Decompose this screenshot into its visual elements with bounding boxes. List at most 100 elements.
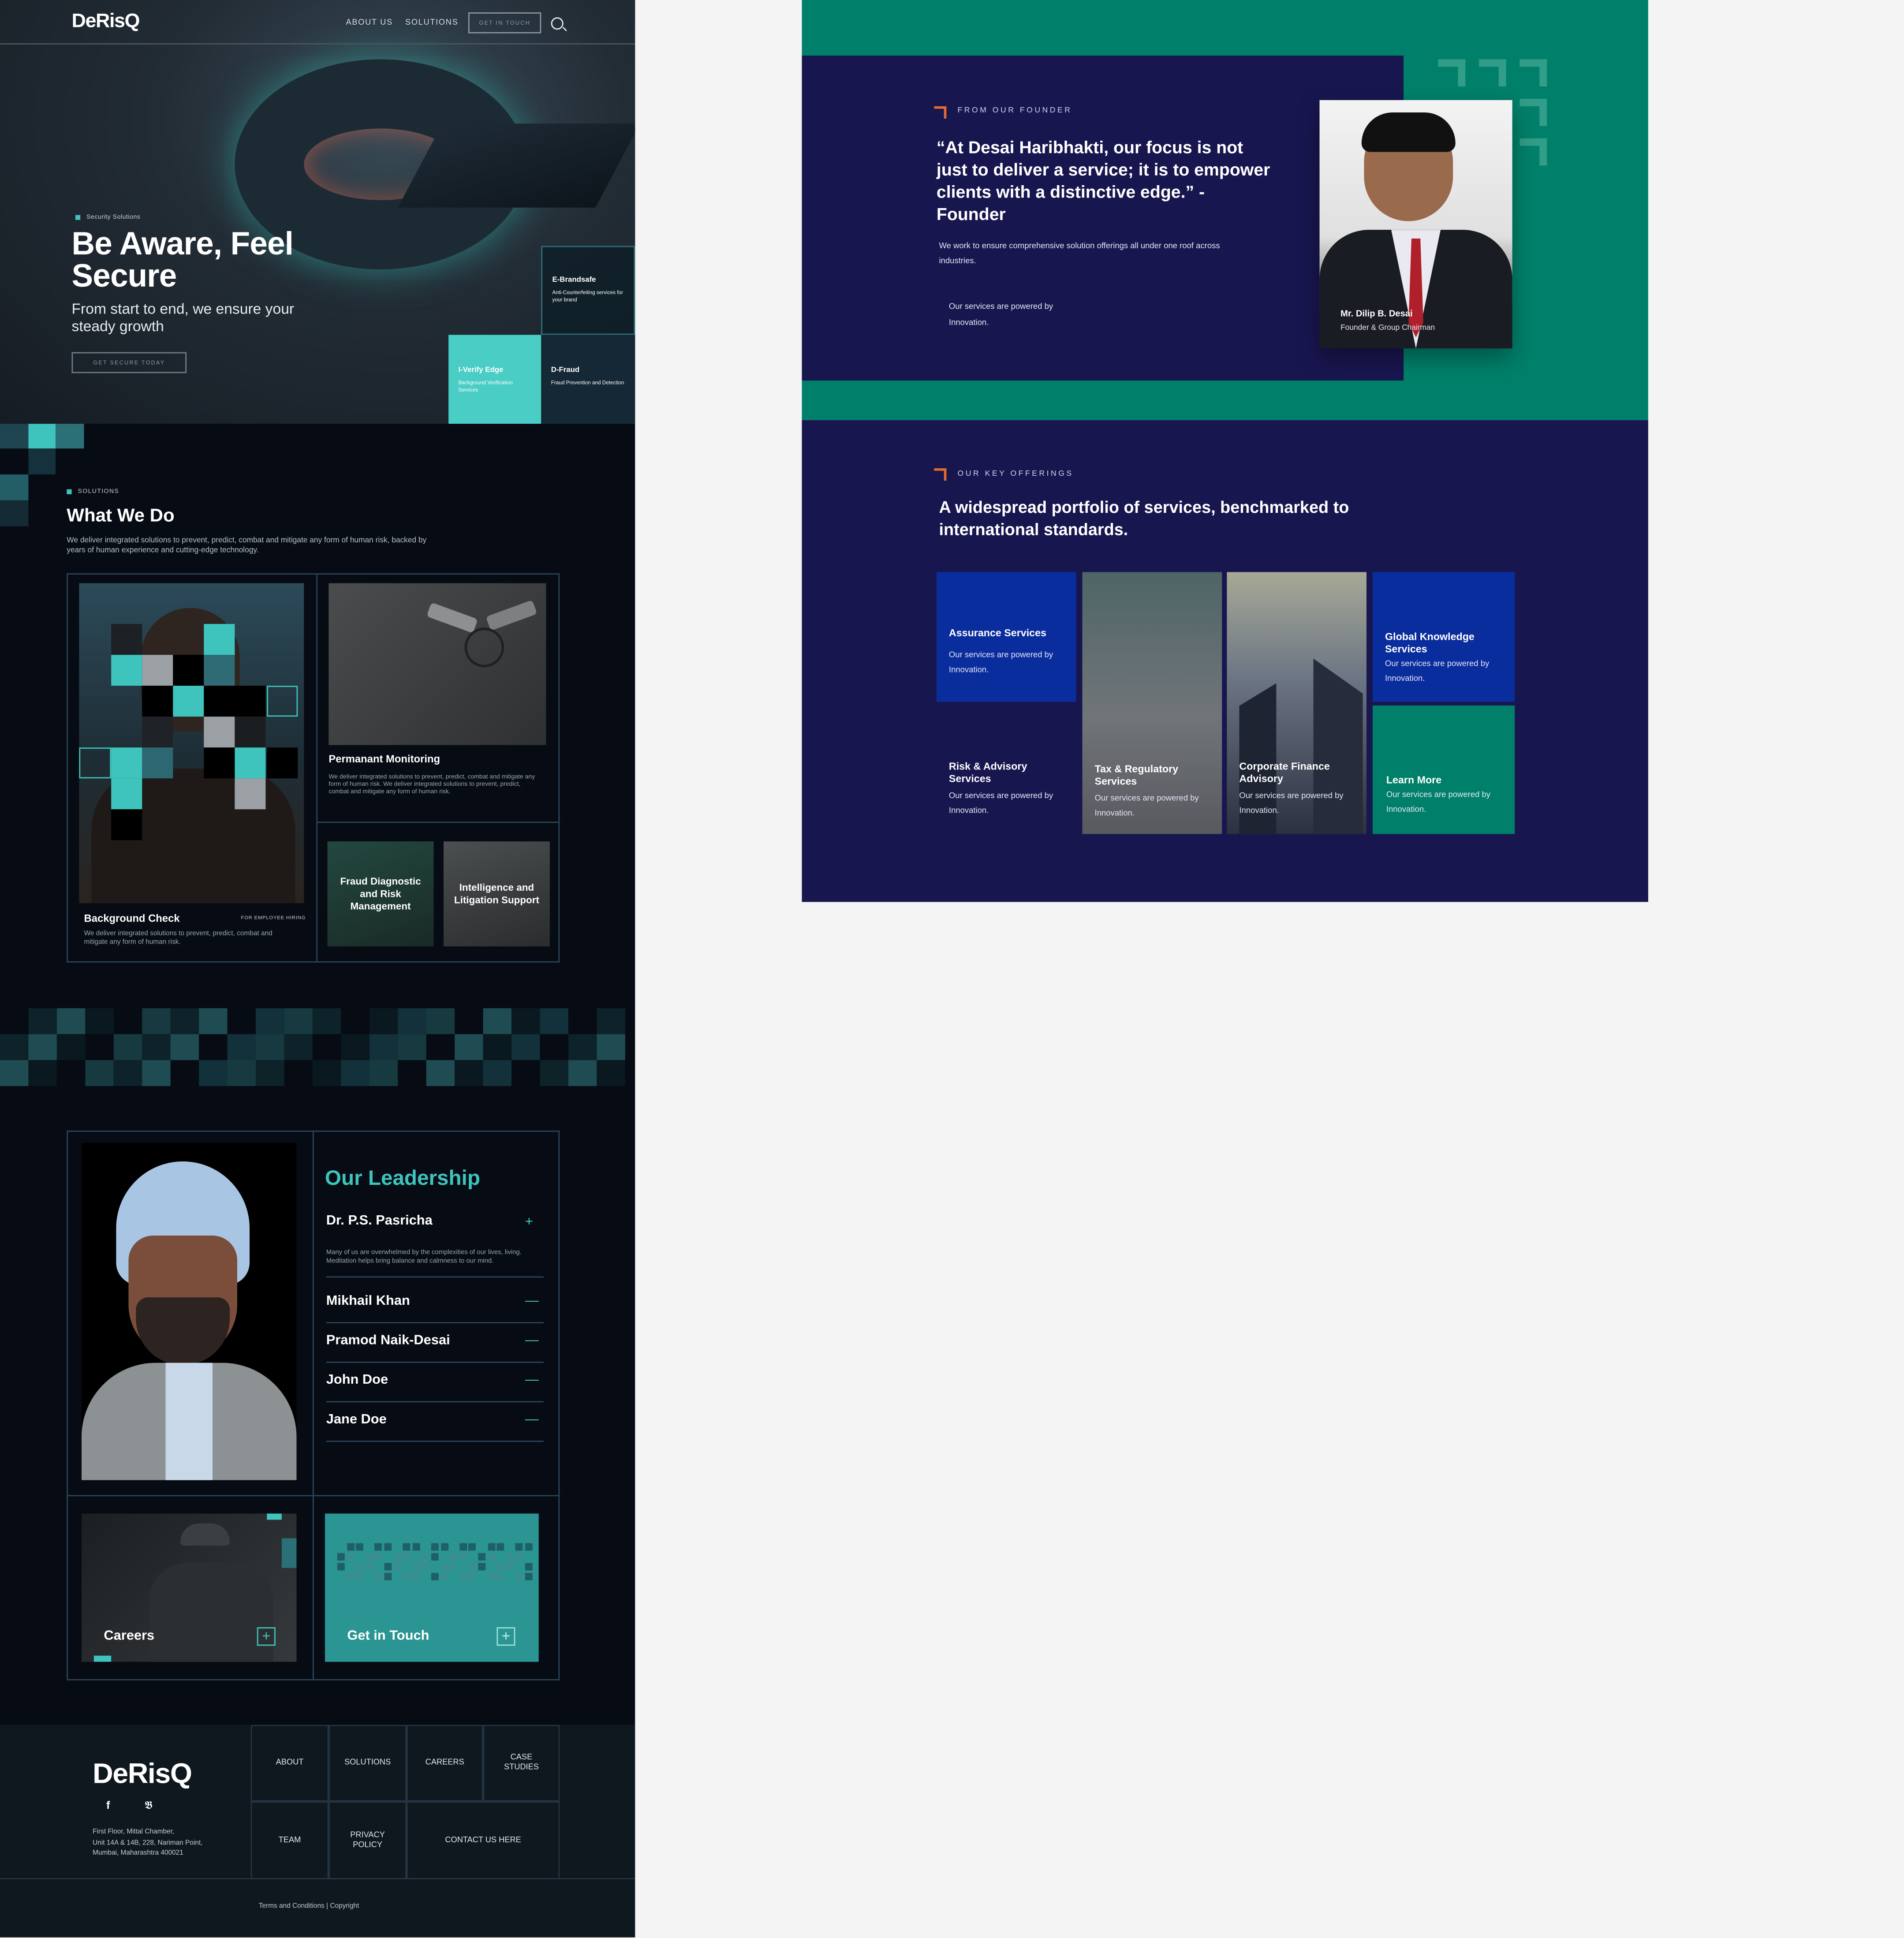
footer-logo[interactable]: DeRisQ [93, 1757, 192, 1790]
pixel-decor [199, 1008, 228, 1034]
fraud-diagnostic-card[interactable]: Fraud Diagnostic and Risk Management [327, 841, 434, 947]
twitter-icon[interactable]: 𝕭 [145, 1799, 153, 1813]
pixel-decor [267, 1513, 282, 1520]
pixel-decor [511, 1034, 540, 1060]
nav-solutions[interactable]: SOLUTIONS [405, 19, 458, 27]
intelligence-litigation-card[interactable]: Intelligence and Litigation Support [443, 841, 550, 947]
pixel-decor [256, 1060, 284, 1086]
offering-desc: Our services are powered by Innovation. [1094, 794, 1199, 818]
pixel-dot [469, 1543, 476, 1551]
expand-plus-icon[interactable]: + [525, 1214, 533, 1229]
pixel-dot [356, 1563, 364, 1571]
pixel-decor [56, 1034, 86, 1060]
pixel-decor [113, 1034, 142, 1060]
pixel-decor [455, 1060, 483, 1086]
orange-chevron-icon [934, 468, 947, 481]
pixel-decor [540, 1008, 568, 1034]
pixel-mask [111, 655, 142, 686]
hero-subtitle: From start to end, we ensure your steady… [71, 300, 295, 335]
leader-name[interactable]: John Doe [326, 1373, 388, 1388]
pixel-dot [515, 1553, 523, 1561]
offering-tax-regulatory[interactable]: Tax & Regulatory Services Our services ar… [1083, 762, 1222, 822]
leadership-title: Our Leadership [325, 1166, 480, 1190]
chevron-decor [1438, 59, 1466, 87]
offering-title: Tax & Regulatory Services [1094, 762, 1179, 787]
pixel-mask [142, 747, 173, 779]
leader-name[interactable]: Dr. P.S. Pasricha [326, 1214, 433, 1229]
pixel-decor [426, 1008, 455, 1034]
pixel-decor [199, 1060, 228, 1086]
pixel-dot [384, 1543, 392, 1551]
brand-logo[interactable]: DeRisQ [72, 11, 140, 33]
pixel-mask [79, 747, 112, 779]
tile-d-fraud[interactable]: D-Fraud Fraud Prevention and Detection [541, 335, 635, 424]
solutions-tag-label: SOLUTIONS [78, 488, 119, 496]
search-icon[interactable] [551, 17, 564, 30]
founder-name: Mr. Dilip B. Desai [1340, 307, 1413, 319]
pixel-dot [393, 1553, 401, 1561]
pixel-dot [515, 1572, 523, 1580]
footer-link-case-studies[interactable]: CASE STUDIES [483, 1725, 560, 1802]
footer-link-solutions[interactable]: SOLUTIONS [329, 1725, 407, 1802]
pixel-mask [111, 624, 142, 655]
get-in-touch-button[interactable]: GET IN TOUCH [468, 12, 541, 34]
get-in-touch-label[interactable]: Get in Touch [347, 1628, 429, 1643]
pixel-decor [426, 1060, 455, 1086]
pixel-decor [341, 1034, 370, 1060]
copyright[interactable]: Terms and Conditions | Copyright [0, 1903, 618, 1910]
divider [316, 822, 560, 823]
leader-name[interactable]: Jane Doe [326, 1412, 387, 1427]
contact-plus-icon[interactable]: + [497, 1627, 515, 1646]
chevron-decor [1478, 59, 1506, 87]
pixel-mask [204, 686, 235, 717]
offering-title: Assurance Services [948, 626, 1046, 639]
permanent-monitoring-image[interactable] [329, 583, 546, 745]
card-badge: FOR EMPLOYEE HIRING [241, 914, 306, 921]
footer-link-team[interactable]: TEAM [250, 1801, 329, 1879]
pixel-decor [369, 1034, 398, 1060]
collapse-minus-icon[interactable]: — [525, 1412, 539, 1427]
pixel-decor [312, 1008, 341, 1034]
careers-plus-icon[interactable]: + [257, 1627, 276, 1646]
collapse-minus-icon[interactable]: — [525, 1294, 539, 1309]
facebook-icon[interactable]: f [106, 1799, 110, 1811]
nav-about-us[interactable]: ABOUT US [346, 19, 393, 27]
offering-global-knowledge[interactable]: Global Knowledge Services Our services ar… [1373, 630, 1515, 687]
pixel-dot [515, 1543, 523, 1551]
leader-name[interactable]: Mikhail Khan [326, 1294, 410, 1309]
pixel-decor [28, 1034, 57, 1060]
tile-e-brandsafe[interactable]: E-Brandsafe Anti-Counterfeiting services … [541, 246, 635, 335]
pixel-mask [235, 686, 266, 717]
offering-assurance[interactable]: Assurance Services Our services are power… [937, 627, 1076, 679]
footer-link-contact-us[interactable]: CONTACT US HERE [406, 1801, 560, 1879]
footer-link-about[interactable]: ABOUT [250, 1725, 329, 1802]
pixel-decor [56, 1008, 86, 1034]
pixel-dot [375, 1543, 382, 1551]
pixel-decor [170, 1034, 199, 1060]
pixel-decor [28, 424, 56, 449]
collapse-minus-icon[interactable]: — [525, 1373, 539, 1388]
tile-desc: Anti-Counterfeiting services for your br… [552, 289, 623, 302]
offering-desc: Our services are powered by Innovation. [1385, 660, 1490, 683]
pixel-dot [422, 1553, 429, 1561]
collapse-minus-icon[interactable]: — [525, 1333, 539, 1348]
tile-i-verify-edge[interactable]: I-Verify Edge Background Verification Ser… [448, 335, 541, 424]
offerings-section [802, 420, 1648, 902]
divider [326, 1441, 544, 1442]
chevron-decor [1519, 138, 1547, 166]
leader-name[interactable]: Pramod Naik-Desai [326, 1333, 450, 1348]
offering-title: Risk & Advisory Services [948, 760, 1027, 785]
background-check-image[interactable] [79, 583, 304, 904]
offering-desc: Our services are powered by Innovation. [948, 792, 1053, 816]
learn-more-card[interactable]: Learn More Our services are powered by In… [1374, 773, 1516, 818]
footer-link-careers[interactable]: CAREERS [406, 1725, 483, 1802]
pixel-dot [337, 1553, 345, 1561]
footer-link-privacy-policy[interactable]: PRIVACY POLICY [329, 1801, 407, 1879]
pixel-dot [337, 1563, 345, 1571]
careers-label[interactable]: Careers [104, 1628, 154, 1643]
get-secure-button[interactable]: GET SECURE TODAY [71, 352, 187, 373]
offering-risk-advisory[interactable]: Risk & Advisory Services Our services are… [937, 760, 1076, 819]
pixel-decor [312, 1060, 341, 1086]
pixel-dot [487, 1553, 495, 1561]
offering-corporate-finance[interactable]: Corporate Finance Advisory Our services a… [1227, 760, 1366, 819]
